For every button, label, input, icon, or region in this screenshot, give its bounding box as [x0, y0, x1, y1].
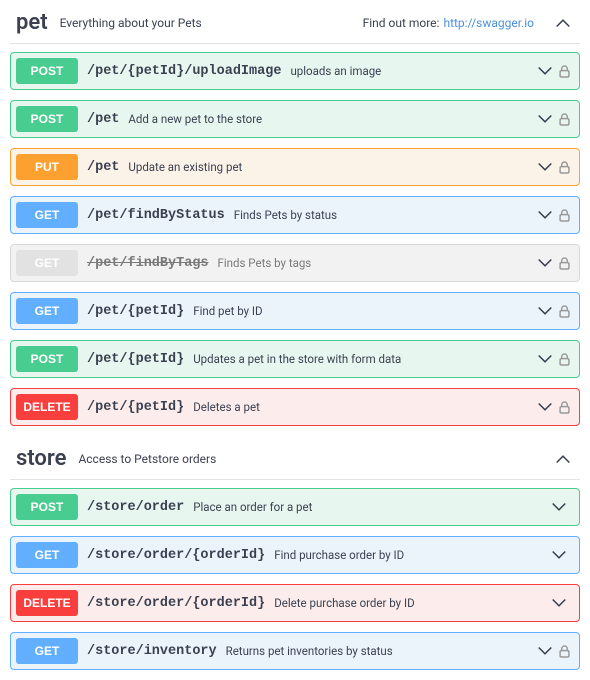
operation-summary: Update an existing pet [128, 160, 242, 174]
method-badge: GET [16, 202, 78, 228]
operation-row[interactable]: GET/pet/findByTags Finds Pets by tags [10, 244, 580, 282]
chevron-down-icon[interactable] [537, 210, 553, 220]
operation-summary: Updates a pet in the store with form dat… [193, 352, 401, 366]
operation-row[interactable]: POST/pet/{petId}/uploadImage uploads an i… [10, 52, 580, 90]
lock-icon[interactable] [557, 401, 571, 414]
operation-path: /pet/{petId} [87, 352, 184, 367]
lock-icon[interactable] [557, 257, 571, 270]
operation-path: /pet [87, 160, 119, 175]
chevron-up-icon[interactable] [554, 454, 572, 464]
operation-summary: Finds Pets by tags [218, 256, 312, 270]
method-badge: DELETE [16, 590, 78, 616]
method-badge: GET [16, 298, 78, 324]
tag-description: Access to Petstore orders [78, 452, 216, 466]
operation-path: /pet/{petId} [87, 400, 184, 415]
chevron-down-icon[interactable] [537, 114, 553, 124]
chevron-down-icon[interactable] [551, 550, 567, 560]
operation-path: /pet [87, 112, 119, 127]
lock-icon[interactable] [557, 353, 571, 366]
chevron-up-icon[interactable] [554, 18, 572, 28]
chevron-down-icon[interactable] [537, 402, 553, 412]
operation-path: /pet/{petId} [87, 304, 184, 319]
tag-header[interactable]: store Access to Petstore orders [10, 436, 580, 480]
chevron-down-icon[interactable] [551, 502, 567, 512]
operation-row[interactable]: GET/pet/findByStatus Finds Pets by status [10, 196, 580, 234]
operation-summary: uploads an image [290, 64, 381, 78]
chevron-down-icon[interactable] [537, 66, 553, 76]
method-badge: POST [16, 106, 78, 132]
operation-row[interactable]: DELETE/store/order/{orderId} Delete purch… [10, 584, 580, 622]
operation-summary: Find purchase order by ID [274, 548, 404, 562]
method-badge: PUT [16, 154, 78, 180]
chevron-down-icon[interactable] [537, 646, 553, 656]
operation-path: /pet/findByTags [87, 256, 209, 271]
external-docs-link[interactable]: http://swagger.io [443, 16, 534, 30]
external-docs-label: Find out more: [363, 16, 440, 30]
lock-icon[interactable] [557, 645, 571, 658]
lock-icon[interactable] [557, 209, 571, 222]
operation-summary: Delete purchase order by ID [274, 596, 414, 610]
operation-path: /store/order [87, 500, 184, 515]
tag-description: Everything about your Pets [60, 16, 202, 30]
operation-path: /store/order/{orderId} [87, 596, 265, 611]
method-badge: POST [16, 58, 78, 84]
method-badge: GET [16, 542, 78, 568]
operation-row[interactable]: DELETE/pet/{petId} Deletes a pet [10, 388, 580, 426]
method-badge: GET [16, 250, 78, 276]
operation-list: POST/pet/{petId}/uploadImage uploads an i… [10, 44, 580, 426]
tag-name: pet [16, 10, 48, 35]
tag-section: pet Everything about your Pets Find out mo… [10, 0, 580, 426]
chevron-down-icon[interactable] [537, 306, 553, 316]
operation-path: /pet/{petId}/uploadImage [87, 64, 281, 79]
operation-path: /pet/findByStatus [87, 208, 225, 223]
lock-icon[interactable] [557, 113, 571, 126]
operation-path: /store/order/{orderId} [87, 548, 265, 563]
chevron-down-icon[interactable] [537, 258, 553, 268]
operation-row[interactable]: GET/store/inventory Returns pet inventori… [10, 632, 580, 670]
operation-summary: Finds Pets by status [234, 208, 337, 222]
operation-summary: Deletes a pet [193, 400, 260, 414]
operation-list: POST/store/order Place an order for a pet… [10, 480, 580, 670]
operation-row[interactable]: POST/pet/{petId} Updates a pet in the sto… [10, 340, 580, 378]
tag-header[interactable]: pet Everything about your Pets Find out mo… [10, 0, 580, 44]
method-badge: POST [16, 494, 78, 520]
lock-icon[interactable] [557, 305, 571, 318]
method-badge: DELETE [16, 394, 78, 420]
chevron-down-icon[interactable] [537, 354, 553, 364]
lock-icon[interactable] [557, 65, 571, 78]
operation-summary: Returns pet inventories by status [226, 644, 393, 658]
method-badge: GET [16, 638, 78, 664]
operation-summary: Place an order for a pet [193, 500, 312, 514]
operation-summary: Add a new pet to the store [128, 112, 262, 126]
chevron-down-icon[interactable] [537, 162, 553, 172]
operation-summary: Find pet by ID [193, 304, 262, 318]
method-badge: POST [16, 346, 78, 372]
tag-name: store [16, 446, 66, 471]
operation-row[interactable]: GET/pet/{petId} Find pet by ID [10, 292, 580, 330]
lock-icon[interactable] [557, 161, 571, 174]
operation-row[interactable]: GET/store/order/{orderId} Find purchase o… [10, 536, 580, 574]
operation-row[interactable]: POST/pet Add a new pet to the store [10, 100, 580, 138]
chevron-down-icon[interactable] [551, 598, 567, 608]
operation-row[interactable]: POST/store/order Place an order for a pet [10, 488, 580, 526]
operation-row[interactable]: PUT/pet Update an existing pet [10, 148, 580, 186]
operation-path: /store/inventory [87, 644, 217, 659]
tag-section: store Access to Petstore orders POST/store… [10, 436, 580, 670]
